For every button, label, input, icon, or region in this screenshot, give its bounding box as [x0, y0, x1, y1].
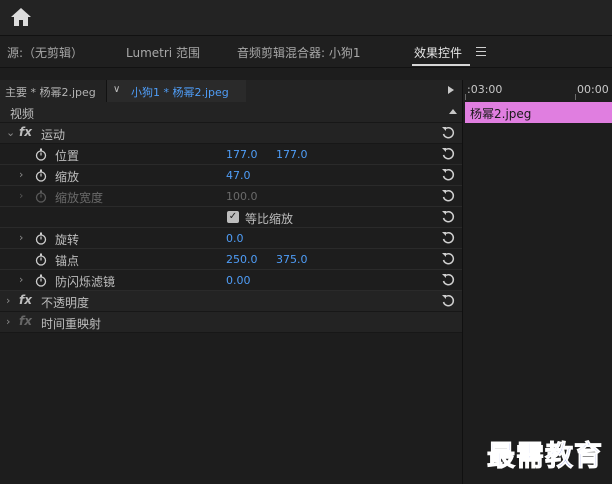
tab-effect-controls[interactable]: 效果控件: [414, 44, 462, 61]
position-x-value[interactable]: 177.0: [226, 148, 258, 161]
tab-source[interactable]: 源:（无剪辑）: [7, 44, 83, 61]
scale-value[interactable]: 47.0: [226, 169, 251, 182]
reset-icon[interactable]: [441, 231, 455, 245]
reset-icon[interactable]: [441, 189, 455, 203]
chevron-right-icon[interactable]: ›: [19, 231, 23, 244]
property-row-position[interactable]: 位置 177.0 177.0: [0, 144, 462, 165]
chevron-right-icon: ›: [19, 189, 24, 202]
reset-icon[interactable]: [441, 294, 455, 308]
collapse-up-icon[interactable]: [449, 109, 457, 114]
effect-row-opacity[interactable]: › fx 不透明度: [0, 291, 462, 312]
rotation-value[interactable]: 0.0: [226, 232, 244, 245]
fx-icon[interactable]: fx: [19, 125, 32, 139]
scale-width-value: 100.0: [226, 190, 258, 203]
panel-tabs: 源:（无剪辑） Lumetri 范围 音频剪辑混合器: 小狗1 效果控件: [0, 36, 612, 68]
fx-icon[interactable]: fx: [19, 293, 32, 307]
fx-icon: fx: [19, 314, 32, 328]
uniform-scale-label: 等比缩放: [245, 212, 294, 226]
chevron-right-icon[interactable]: ›: [6, 315, 10, 328]
opacity-label: 不透明度: [41, 296, 90, 310]
time-remapping-label: 时间重映射: [41, 317, 102, 331]
timecode-left: :03:00: [467, 83, 503, 96]
effect-row-motion[interactable]: ⌄ fx 运动: [0, 123, 462, 144]
active-tab-indicator: [412, 64, 470, 66]
property-row-scale[interactable]: › 缩放 47.0: [0, 165, 462, 186]
stopwatch-icon[interactable]: [35, 232, 47, 245]
reset-icon[interactable]: [441, 147, 455, 161]
property-row-uniform-scale[interactable]: ✓ 等比缩放: [0, 207, 462, 228]
home-icon[interactable]: [10, 7, 32, 27]
chevron-right-icon[interactable]: ›: [6, 294, 10, 307]
sequence-clip-label[interactable]: 小狗1 * 杨幂2.jpeg: [131, 84, 229, 100]
property-row-rotation[interactable]: › 旋转 0.0: [0, 228, 462, 249]
position-label: 位置: [55, 149, 80, 163]
chevron-right-icon[interactable]: ›: [19, 273, 23, 286]
property-row-anchor-point[interactable]: 锚点 250.0 375.0: [0, 249, 462, 270]
stopwatch-icon[interactable]: [35, 169, 47, 182]
property-row-anti-flicker[interactable]: › 防闪烁滤镜 0.00: [0, 270, 462, 291]
reset-icon[interactable]: [441, 210, 455, 224]
position-y-value[interactable]: 177.0: [276, 148, 308, 161]
chevron-down-icon[interactable]: ⌄: [6, 126, 15, 139]
toggle-timeline-icon[interactable]: [448, 86, 454, 94]
anti-flicker-value[interactable]: 0.00: [226, 274, 251, 287]
timeline-ruler[interactable]: :03:00 00:00: [463, 80, 612, 102]
watermark-logo: 最需教育: [486, 439, 604, 473]
effect-properties: 视频 ⌄ fx 运动 位置 177.0 177.0 › 缩放 47.0 › 缩放…: [0, 102, 462, 333]
panel-divider[interactable]: [462, 80, 463, 484]
stopwatch-icon[interactable]: [35, 274, 47, 287]
tab-lumetri-scopes[interactable]: Lumetri 范围: [126, 44, 200, 61]
sequence-clip-selector[interactable]: ∨ 小狗1 * 杨幂2.jpeg: [106, 80, 246, 102]
timeline-clip[interactable]: 杨幂2.jpeg: [465, 102, 612, 123]
video-section-label: 视频: [10, 107, 35, 121]
effect-row-time-remapping[interactable]: › fx 时间重映射: [0, 312, 462, 333]
anchor-point-label: 锚点: [55, 254, 80, 268]
chevron-right-icon[interactable]: ›: [19, 168, 23, 181]
reset-icon[interactable]: [441, 273, 455, 287]
anchor-x-value[interactable]: 250.0: [226, 253, 258, 266]
reset-icon[interactable]: [441, 168, 455, 182]
ruler-tick: [465, 94, 466, 100]
stopwatch-icon: [35, 190, 47, 203]
scale-label: 缩放: [55, 170, 80, 184]
reset-icon[interactable]: [441, 126, 455, 140]
motion-label: 运动: [41, 128, 66, 142]
master-clip-label[interactable]: 主要 * 杨幂2.jpeg: [5, 84, 96, 100]
chevron-down-icon[interactable]: ∨: [113, 84, 120, 95]
top-bar: [0, 0, 612, 36]
uniform-scale-checkbox[interactable]: ✓: [227, 211, 239, 223]
rotation-label: 旋转: [55, 233, 80, 247]
stopwatch-icon[interactable]: [35, 148, 47, 161]
stopwatch-icon[interactable]: [35, 253, 47, 266]
timeline-clip-label: 杨幂2.jpeg: [470, 107, 532, 121]
video-section-header: 视频: [0, 102, 462, 123]
ruler-tick: [575, 94, 576, 100]
reset-icon[interactable]: [441, 252, 455, 266]
timecode-right: 00:00: [577, 83, 609, 96]
clip-selector-bar: 主要 * 杨幂2.jpeg ∨ 小狗1 * 杨幂2.jpeg: [0, 80, 462, 102]
tab-audio-clip-mixer[interactable]: 音频剪辑混合器: 小狗1: [237, 44, 361, 61]
anchor-y-value[interactable]: 375.0: [276, 253, 308, 266]
panel-menu-icon[interactable]: [476, 47, 486, 56]
scale-width-label: 缩放宽度: [55, 191, 104, 205]
anti-flicker-label: 防闪烁滤镜: [55, 275, 116, 289]
property-row-scale-width: › 缩放宽度 100.0: [0, 186, 462, 207]
